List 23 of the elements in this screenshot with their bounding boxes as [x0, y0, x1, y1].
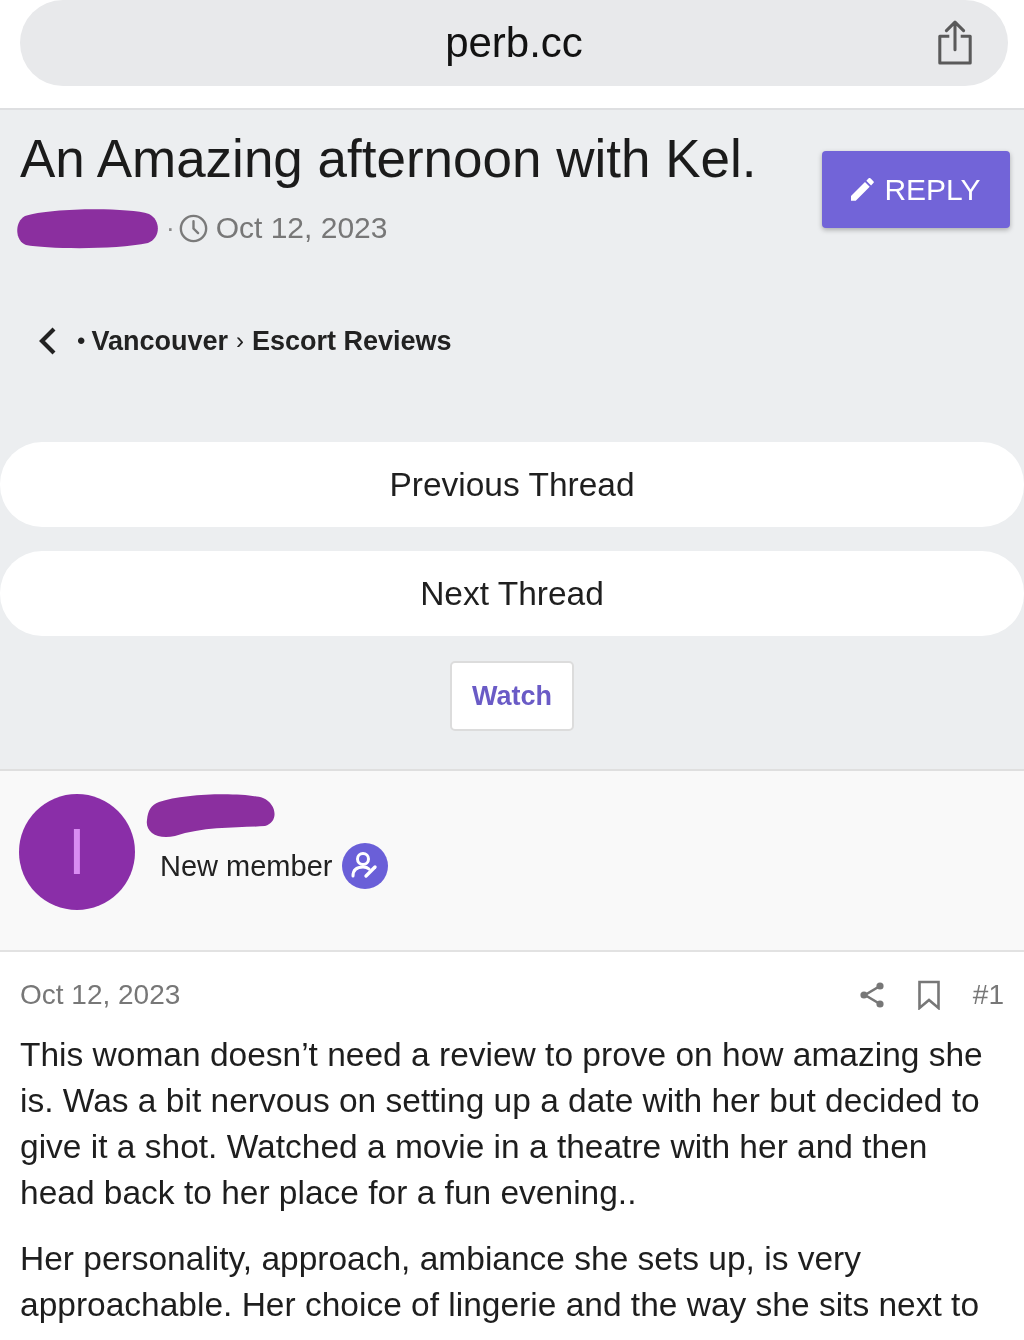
breadcrumb-separator: ›: [236, 327, 244, 355]
reply-button[interactable]: REPLY: [822, 151, 1010, 228]
person-pencil-icon: [342, 843, 389, 889]
bookmark-icon[interactable]: [916, 980, 941, 1010]
member-role: New member: [160, 849, 333, 883]
post-date: Oct 12, 2023: [20, 979, 181, 1011]
thread-nav-button[interactable]: Previous Thread: [0, 442, 1024, 527]
breadcrumb-link[interactable]: Vancouver: [91, 325, 228, 357]
pencil-icon: [851, 178, 875, 201]
clock-icon: [178, 213, 208, 243]
breadcrumb-bullet: •: [77, 327, 86, 355]
watch-button[interactable]: Watch: [450, 661, 574, 731]
thread-nav-button[interactable]: Next Thread: [0, 551, 1024, 636]
breadcrumb-link[interactable]: Escort Reviews: [252, 325, 452, 357]
meta-separator: ·: [166, 212, 175, 244]
address-bar[interactable]: perb.cc: [20, 0, 1008, 86]
thread-title: An Amazing afternoon with Kel.: [20, 129, 757, 189]
post-paragraph: This woman doesn’t need a review to prove on how amazing she is. Was a bit nervous on setting up a date with her but decided to give it a shot. Watched a movie in a theatre with her and then head back to her place for a fun evening..: [20, 1035, 984, 1213]
thread-date: Oct 12, 2023: [215, 211, 388, 245]
share-icon[interactable]: [936, 20, 974, 66]
post-number-link[interactable]: #1: [972, 979, 1004, 1011]
share-icon[interactable]: [858, 981, 885, 1009]
post-paragraph: Her personality, approach, ambiance she sets up, is very approachable. Her choice of lingerie and the way she sits next to: [20, 1239, 981, 1325]
